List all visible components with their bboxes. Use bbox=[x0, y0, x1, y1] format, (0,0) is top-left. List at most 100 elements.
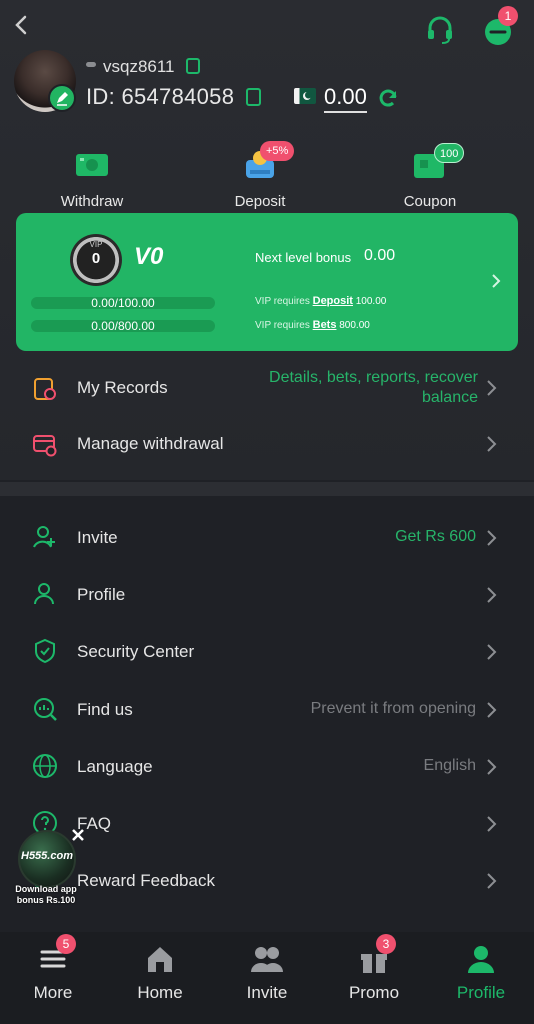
section-divider bbox=[0, 482, 534, 496]
vip-deposit-link[interactable]: Deposit bbox=[313, 295, 353, 307]
menu-item-my-records[interactable]: My Records Details, bets, reports, recov… bbox=[0, 360, 534, 416]
support-button[interactable] bbox=[424, 14, 456, 46]
withdraw-icon bbox=[76, 154, 108, 176]
bets-progress-text: 0.00/800.00 bbox=[91, 319, 155, 333]
coupon-button[interactable]: Coupon bbox=[370, 148, 490, 210]
chevron-right-icon bbox=[487, 816, 497, 832]
find-us-icon bbox=[34, 698, 57, 721]
home-icon bbox=[148, 947, 172, 972]
refresh-icon bbox=[379, 89, 397, 107]
username: vsqz8611 bbox=[103, 57, 175, 76]
vip-bets-prefix: VIP requires bbox=[255, 320, 310, 331]
menu-item-language[interactable]: Language English bbox=[0, 737, 534, 793]
language-value: English bbox=[423, 757, 476, 774]
ad-close-button[interactable] bbox=[70, 828, 86, 844]
download-app-ad[interactable]: H555.com bbox=[18, 830, 76, 888]
find-us-detail: Prevent it from opening bbox=[310, 700, 476, 717]
chevron-right-icon bbox=[487, 702, 497, 718]
nav-profile-label: Profile bbox=[456, 983, 506, 1002]
nav-promo[interactable]: Promo bbox=[321, 944, 427, 1003]
invite-label: Invite bbox=[77, 528, 118, 547]
vip-bets-link[interactable]: Bets bbox=[313, 319, 337, 331]
vip-bets-requirement: VIP requires Bets 800.00 bbox=[255, 319, 370, 331]
chevron-right-icon bbox=[487, 530, 497, 546]
messages-button[interactable]: 1 bbox=[482, 6, 518, 46]
vip-medal-label: VIP bbox=[89, 240, 103, 249]
ad-caption: Download app bonus Rs.100 bbox=[6, 884, 86, 906]
menu-item-find-us[interactable]: Find us Prevent it from opening bbox=[0, 680, 534, 736]
pencil-icon bbox=[57, 92, 68, 106]
profile-icon bbox=[34, 583, 54, 605]
vip-chevron-right-icon[interactable] bbox=[490, 272, 502, 295]
pakistan-flag-icon bbox=[294, 88, 316, 104]
chevron-right-icon bbox=[487, 644, 497, 660]
ad-logo-text: H555.com bbox=[21, 850, 73, 862]
deposit-button[interactable]: Deposit bbox=[200, 148, 320, 210]
balance-value[interactable]: 0.00 bbox=[324, 84, 367, 113]
vip-bets-amount: 800.00 bbox=[339, 320, 370, 331]
records-icon bbox=[34, 378, 56, 400]
withdraw-button[interactable]: Withdraw bbox=[32, 148, 152, 210]
username-prefix-icon bbox=[86, 62, 96, 67]
profile-icon bbox=[468, 946, 494, 973]
my-records-label: My Records bbox=[77, 378, 168, 397]
copy-username-icon[interactable] bbox=[186, 58, 200, 74]
nav-invite-label: Invite bbox=[246, 983, 288, 1002]
vip-deposit-requirement: VIP requires Deposit 100.00 bbox=[255, 295, 386, 307]
next-level-value: 0.00 bbox=[364, 247, 396, 264]
ad-line-1: Download app bbox=[15, 884, 77, 894]
vip-medal-number: 0 bbox=[91, 250, 101, 267]
close-icon bbox=[72, 829, 84, 841]
user-id: ID: 654784058 bbox=[86, 84, 234, 110]
menu-item-manage-withdrawal[interactable]: Manage withdrawal bbox=[0, 416, 534, 472]
nav-more-label: More bbox=[33, 983, 73, 1002]
vip-deposit-prefix: VIP requires bbox=[255, 296, 310, 307]
menu-item-profile[interactable]: Profile bbox=[0, 565, 534, 621]
back-button[interactable] bbox=[12, 12, 34, 40]
chevron-right-icon bbox=[487, 436, 497, 452]
copy-id-icon[interactable] bbox=[246, 88, 261, 106]
chevron-left-icon bbox=[15, 15, 27, 35]
nav-promo-badge: 3 bbox=[376, 934, 396, 954]
nav-home-label: Home bbox=[137, 983, 183, 1002]
nav-invite[interactable]: Invite bbox=[214, 944, 320, 1003]
menu-item-security-center[interactable]: Security Center bbox=[0, 622, 534, 678]
vip-level: V0 bbox=[134, 243, 164, 270]
users-icon bbox=[251, 947, 283, 972]
language-label: Language bbox=[77, 757, 153, 776]
reward-feedback-label: Reward Feedback bbox=[77, 871, 215, 890]
nav-home[interactable]: Home bbox=[107, 944, 213, 1003]
invite-icon bbox=[33, 526, 55, 548]
card-settings-icon bbox=[33, 435, 57, 457]
refresh-balance-button[interactable] bbox=[376, 86, 400, 110]
my-records-detail: Details, bets, reports, recover balance bbox=[269, 369, 478, 406]
edit-avatar-button[interactable] bbox=[48, 84, 76, 112]
vip-deposit-amount: 100.00 bbox=[355, 296, 387, 307]
profile-label: Profile bbox=[77, 585, 126, 604]
nav-profile[interactable]: Profile bbox=[428, 944, 534, 1003]
find-us-label: Find us bbox=[77, 700, 133, 719]
deposit-label: Deposit bbox=[234, 193, 286, 210]
next-level-label: Next level bonus bbox=[255, 250, 352, 265]
manage-withdrawal-label: Manage withdrawal bbox=[77, 434, 224, 453]
chevron-right-icon bbox=[487, 380, 497, 396]
menu-item-invite[interactable]: Invite Get Rs 600 bbox=[0, 508, 534, 564]
security-center-label: Security Center bbox=[77, 642, 195, 661]
user-id-label: ID: bbox=[86, 84, 116, 109]
nav-more[interactable]: More bbox=[0, 944, 106, 1003]
message-badge: 1 bbox=[498, 6, 518, 26]
deposit-progress-text: 0.00/100.00 bbox=[91, 296, 155, 310]
nav-more-badge: 5 bbox=[56, 934, 76, 954]
ad-line-2: bonus Rs.100 bbox=[16, 895, 76, 905]
chevron-right-icon bbox=[487, 759, 497, 775]
globe-icon bbox=[33, 754, 57, 778]
headset-icon bbox=[428, 16, 452, 44]
deposit-badge: +5% bbox=[260, 141, 295, 161]
coupon-badge: 100 bbox=[434, 143, 465, 163]
chevron-right-icon bbox=[487, 873, 497, 889]
nav-promo-label: Promo bbox=[348, 983, 400, 1002]
withdraw-label: Withdraw bbox=[60, 193, 124, 210]
chevron-right-icon bbox=[487, 587, 497, 603]
coupon-label: Coupon bbox=[403, 193, 457, 210]
invite-reward: Get Rs 600 bbox=[395, 528, 476, 545]
